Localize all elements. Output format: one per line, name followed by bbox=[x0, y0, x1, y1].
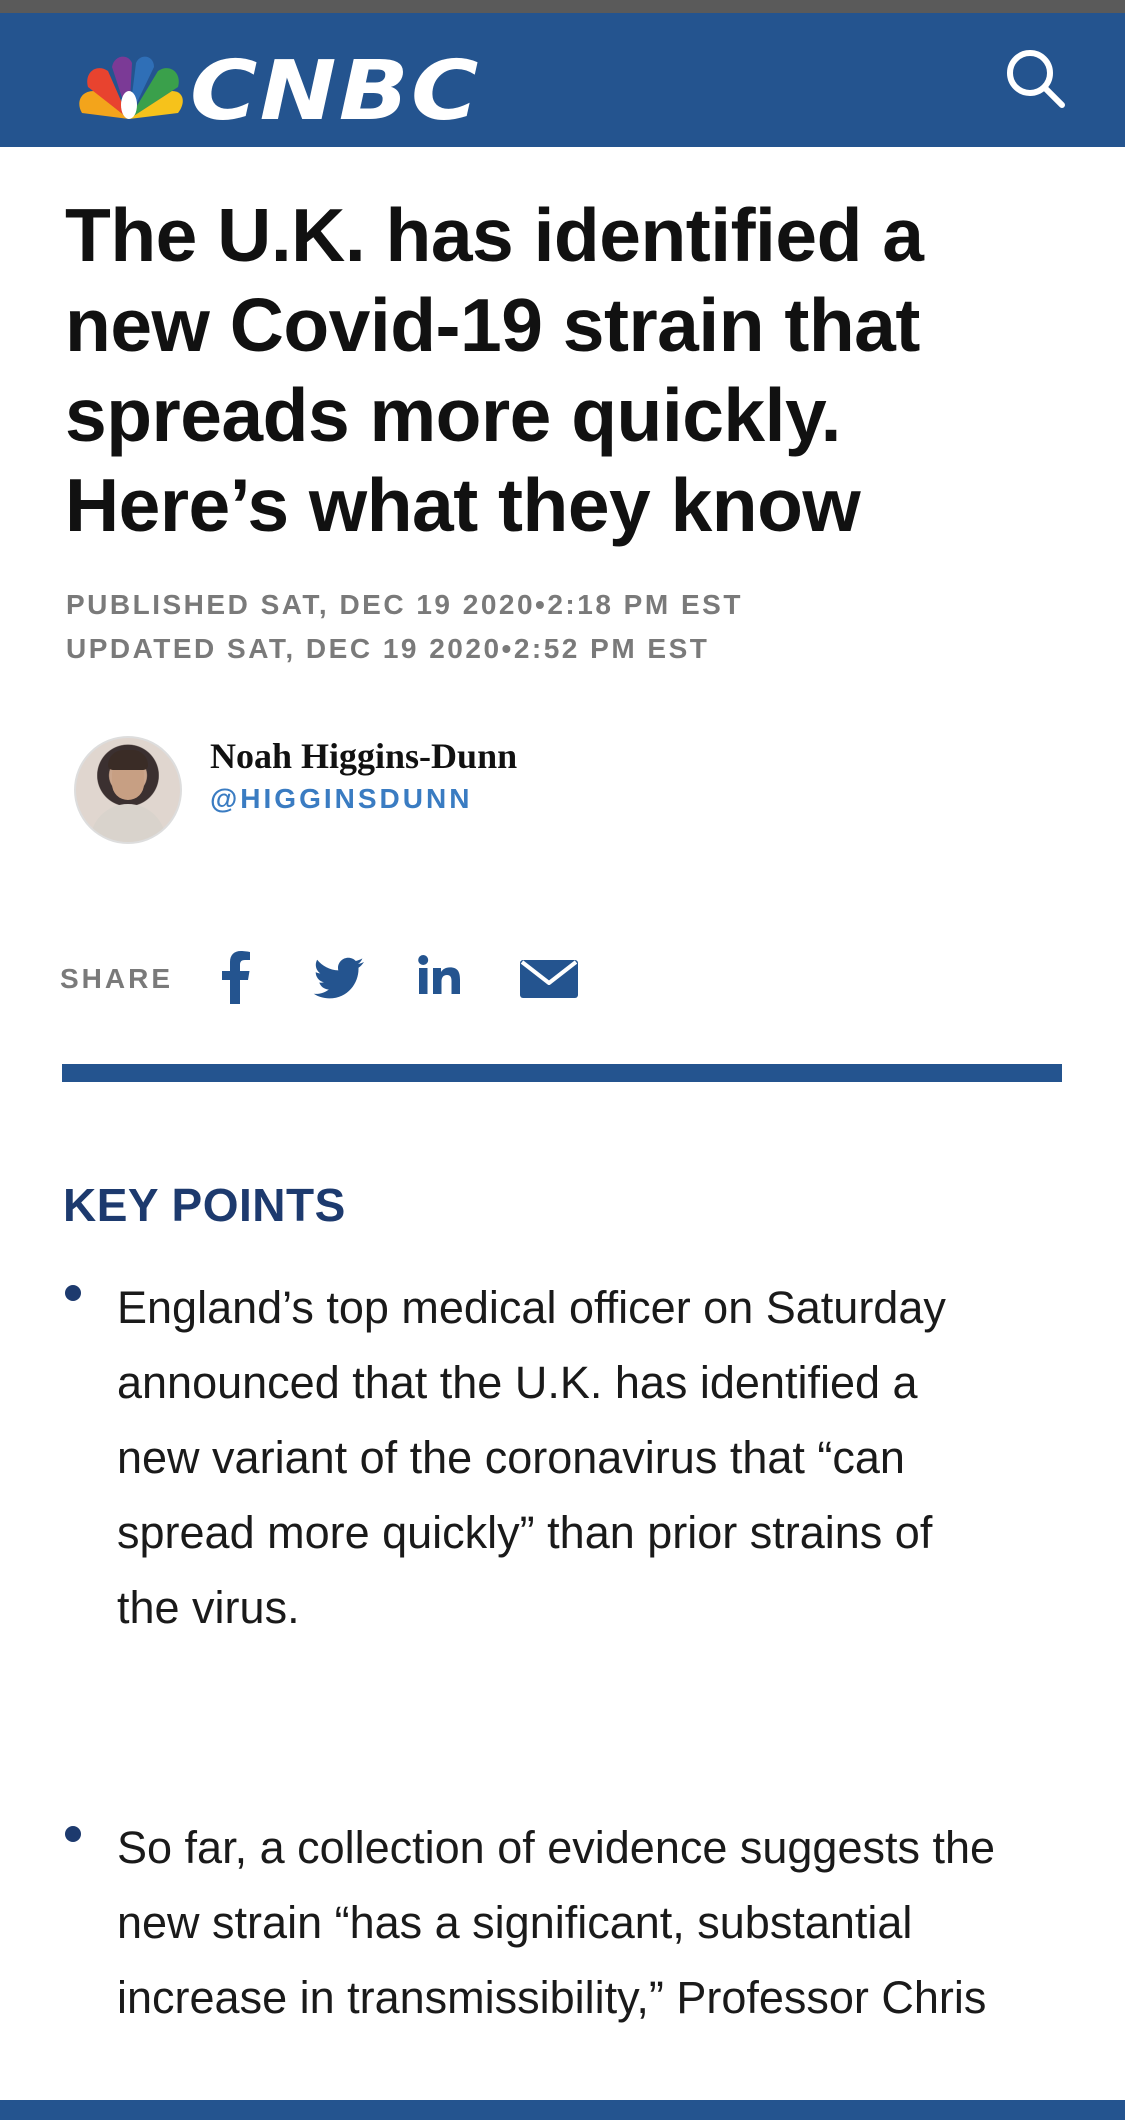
bullet-dot bbox=[65, 1285, 81, 1301]
bottom-bar bbox=[0, 2100, 1125, 2120]
brand-wordmark: CNBC bbox=[190, 44, 481, 139]
search-icon[interactable] bbox=[1000, 43, 1070, 113]
key-points-title: KEY POINTS bbox=[63, 1179, 346, 1231]
share-label: SHARE bbox=[60, 963, 174, 994]
facebook-icon[interactable] bbox=[215, 950, 255, 1004]
cnbc-logo[interactable]: CNBC bbox=[74, 44, 554, 139]
article-headline: The U.K. has identified a new Covid-19 s… bbox=[65, 193, 924, 547]
site-header: CNBC bbox=[0, 13, 1125, 147]
avatar-shirt bbox=[90, 804, 166, 842]
linkedin-icon[interactable] bbox=[415, 950, 467, 1004]
share-bar: SHARE bbox=[60, 950, 660, 1010]
section-divider bbox=[62, 1064, 1062, 1082]
peacock-icon bbox=[79, 56, 183, 119]
status-strip bbox=[0, 0, 1125, 13]
author-byline: Noah Higgins-Dunn @HIGGINSDUNN bbox=[74, 736, 974, 846]
avatar[interactable] bbox=[74, 736, 182, 844]
author-handle-link[interactable]: @HIGGINSDUNN bbox=[210, 782, 472, 816]
updated-timestamp: UPDATED SAT, DEC 19 2020•2:52 PM EST bbox=[66, 633, 710, 664]
author-name[interactable]: Noah Higgins-Dunn bbox=[210, 736, 517, 776]
twitter-icon[interactable] bbox=[310, 950, 366, 1004]
avatar-hair bbox=[108, 750, 148, 770]
key-point-item: England’s top medical officer on Saturda… bbox=[117, 1282, 946, 1633]
bullet-dot bbox=[65, 1826, 81, 1842]
email-icon[interactable] bbox=[518, 950, 580, 1004]
key-point-item: So far, a collection of evidence suggest… bbox=[117, 1822, 996, 2023]
published-timestamp: PUBLISHED SAT, DEC 19 2020•2:18 PM EST bbox=[66, 589, 743, 620]
